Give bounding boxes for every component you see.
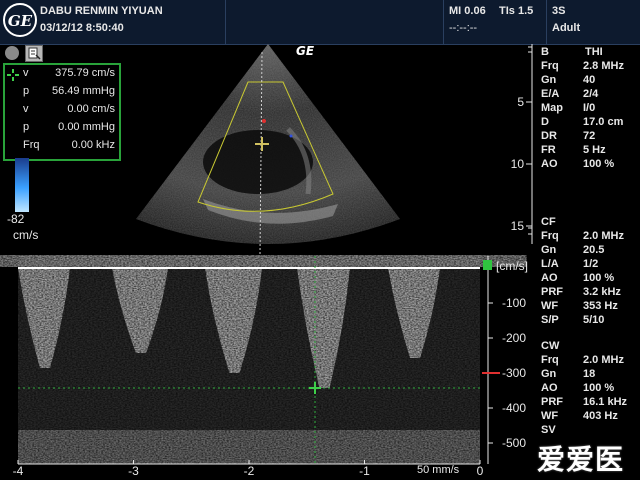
param-key: Gn — [541, 244, 557, 256]
thermal-index: TIs 1.5 — [499, 5, 534, 17]
param-group-title: CW — [541, 340, 560, 352]
report-icon[interactable] — [25, 45, 43, 62]
param-value: 353 Hz — [583, 300, 618, 312]
param-value: I/0 — [583, 102, 596, 114]
param-value: 100 % — [583, 382, 615, 394]
param-value: 403 Hz — [583, 410, 618, 422]
param-key: Frq — [541, 354, 559, 366]
param-value: 72 — [583, 130, 596, 142]
param-value: 2.8 MHz — [583, 60, 624, 72]
param-key: Gn — [541, 368, 557, 380]
param-value: 2.0 MHz — [583, 230, 624, 242]
param-value: 5 Hz — [583, 144, 606, 156]
param-key: WF — [541, 410, 559, 422]
bmode-sector-image: GE — [136, 44, 400, 254]
doppler-y-tick-label: -500 — [502, 436, 526, 450]
param-group-title: CF — [541, 216, 556, 228]
doppler-baseline-icon[interactable] — [483, 260, 492, 270]
param-value: 20.5 — [583, 244, 605, 256]
color-scale-unit: cm/s — [13, 228, 39, 242]
preset-name: Adult — [552, 22, 581, 34]
depth-tick-label: 5 — [517, 95, 524, 109]
parameter-panel: B THI Frq 2.8 MHz Gn 40 E/A 2/4 Map I/0 D 17.0 cm DR… — [541, 46, 640, 480]
doppler-y-tick-label: -300 — [502, 366, 526, 380]
param-value: 2/4 — [583, 88, 599, 100]
param-key: D — [541, 116, 549, 128]
param-value: 18 — [583, 368, 596, 380]
probe-name: 3S — [552, 5, 566, 17]
color-scale-min: -82 — [7, 212, 25, 226]
measurement-panel: v 375.79 cm/s p 56.49 mmHg v 0.00 cm/s p 0.0… — [3, 63, 121, 161]
param-key: PRF — [541, 396, 563, 408]
cw-doppler-spectrum: -100 -200 -300 -400 -500 -4 -3 -2 -1 0 — [13, 256, 526, 478]
depth-scale: 5 10 15 — [511, 44, 533, 244]
param-group-mode: THI — [585, 46, 603, 58]
param-value: 40 — [583, 74, 596, 86]
doppler-unit-label: [cm/s] — [496, 259, 528, 273]
measure-row: p 0.00 mmHg — [23, 121, 115, 133]
doppler-y-tick-label: -100 — [502, 296, 526, 310]
sweep-speed: 50 mm/s — [417, 464, 460, 476]
param-key: FR — [541, 144, 556, 156]
hospital-name: DABU RENMIN YIYUAN — [40, 5, 163, 17]
param-key: AO — [541, 382, 558, 394]
watermark-logo: 爱爱医 — [537, 443, 625, 476]
doppler-y-tick-label: -200 — [502, 331, 526, 345]
mechanical-index: MI 0.06 — [449, 5, 486, 17]
doppler-x-tick-label: -2 — [244, 464, 255, 478]
param-value: 2.0 MHz — [583, 354, 624, 366]
header-bar: GE DABU RENMIN YIYUAN 03/12/12 8:50:40 M… — [0, 0, 640, 45]
param-key: S/P — [541, 314, 559, 326]
svg-text:GE: GE — [8, 12, 33, 30]
param-key: WF — [541, 300, 559, 312]
doppler-x-tick-label: -4 — [13, 464, 24, 478]
doppler-y-tick-label: -400 — [502, 401, 526, 415]
sector-ge-mark: GE — [296, 44, 315, 58]
doppler-x-tick-label: -1 — [359, 464, 370, 478]
param-group-title: B — [541, 46, 549, 58]
measure-row: v 0.00 cm/s — [23, 103, 115, 115]
param-value: 17.0 cm — [583, 116, 624, 128]
param-value: 100 % — [583, 272, 615, 284]
param-key: Gn — [541, 74, 557, 86]
doppler-x-tick-label: -3 — [128, 464, 139, 478]
measure-row: p 56.49 mmHg — [23, 85, 115, 97]
param-value: 5/10 — [583, 314, 605, 326]
param-value: 1/2 — [583, 258, 599, 270]
param-key: SV — [541, 424, 556, 436]
param-key: E/A — [541, 88, 560, 100]
param-key: PRF — [541, 286, 563, 298]
param-value: 3.2 kHz — [583, 286, 621, 298]
exam-datetime: 03/12/12 8:50:40 — [40, 22, 124, 34]
param-key: AO — [541, 158, 558, 170]
param-key: Frq — [541, 230, 559, 242]
param-value: 100 % — [583, 158, 615, 170]
depth-tick-label: 10 — [511, 157, 525, 171]
doppler-x-tick-label: 0 — [477, 464, 484, 478]
color-velocity-scale — [15, 158, 29, 212]
circle-icon[interactable] — [5, 46, 19, 60]
param-value: 16.1 kHz — [583, 396, 628, 408]
param-key: Map — [541, 102, 563, 114]
param-key: DR — [541, 130, 557, 142]
param-key: AO — [541, 272, 558, 284]
param-key: Frq — [541, 60, 559, 72]
measure-row: Frq 0.00 kHz — [23, 139, 115, 151]
depth-tick-label: 15 — [511, 219, 525, 233]
measure-row: v 375.79 cm/s — [23, 67, 115, 79]
param-key: L/A — [541, 258, 559, 270]
thermal-index-sub: --:--:-- — [449, 22, 478, 34]
ge-logo: GE — [3, 3, 37, 37]
